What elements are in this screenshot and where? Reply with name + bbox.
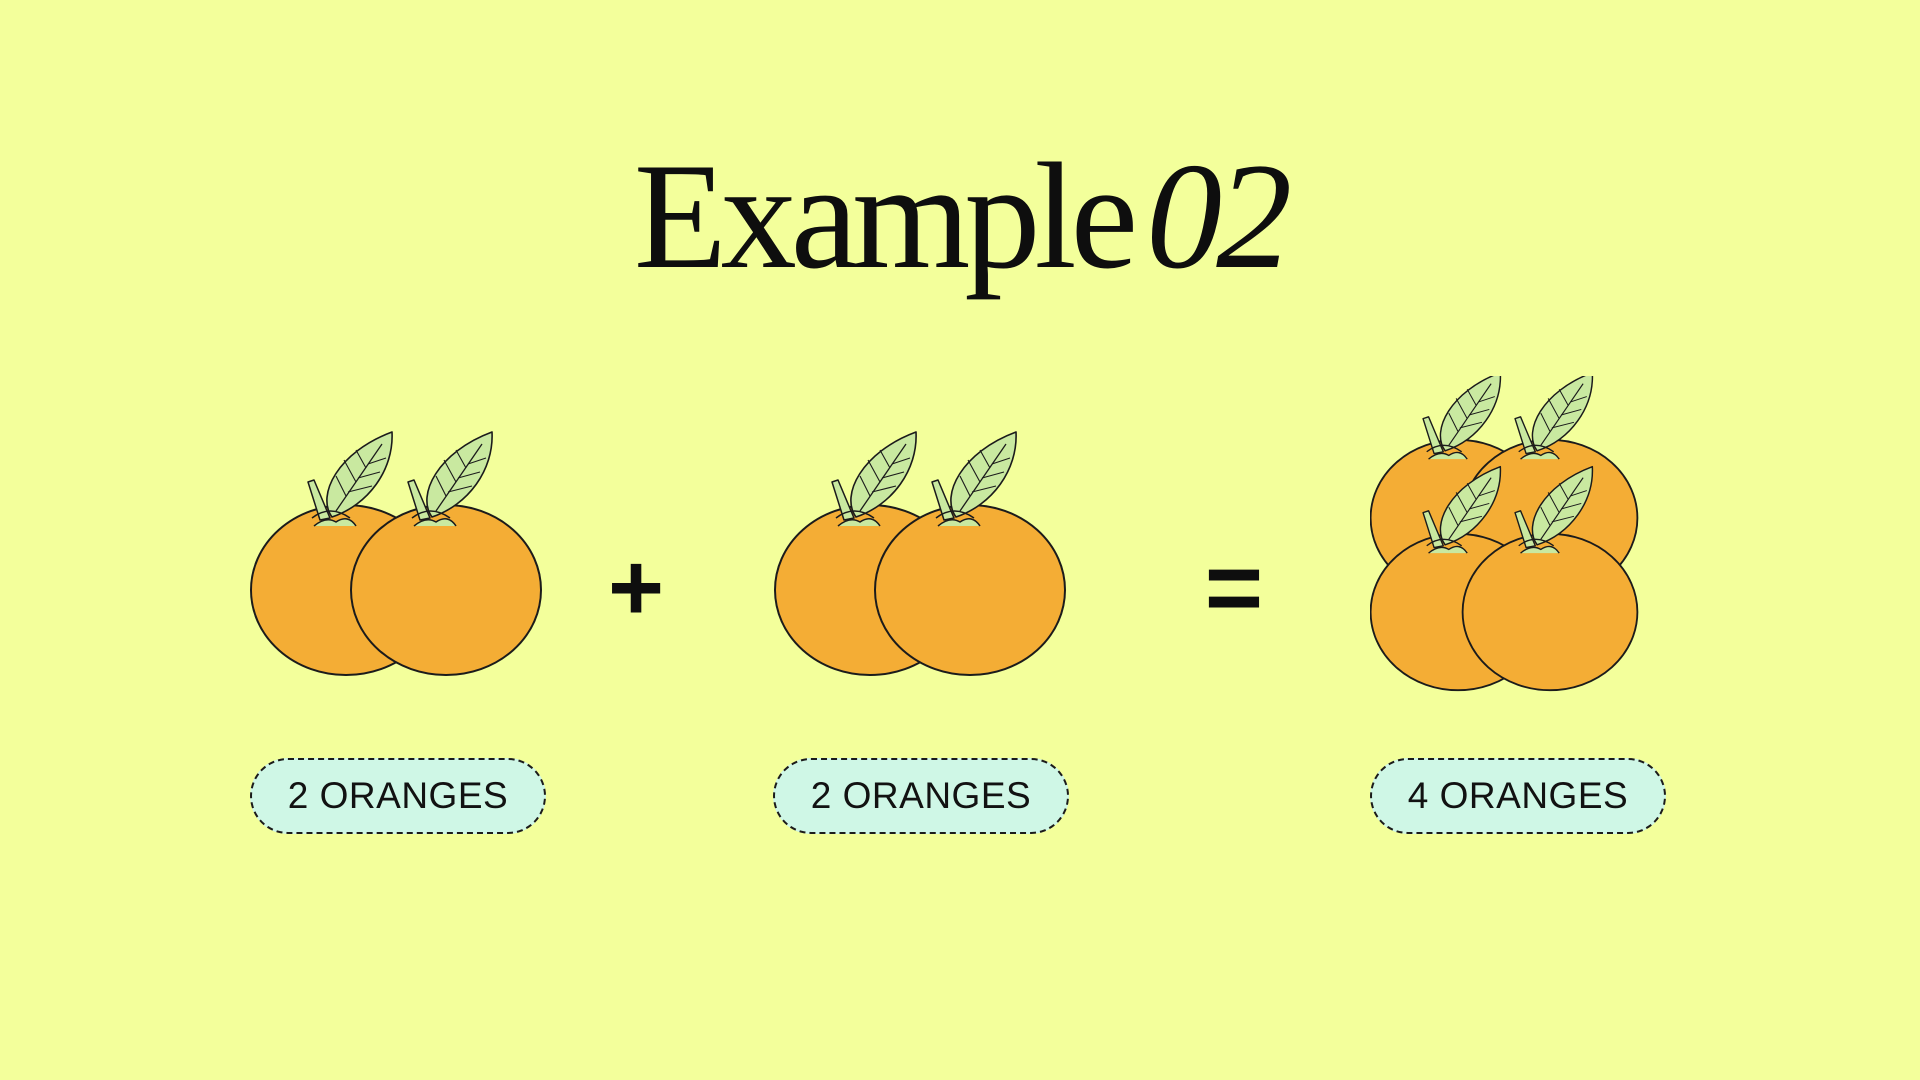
plus-symbol: +: [607, 534, 665, 641]
count-badge-b: 2 ORANGES: [773, 758, 1069, 834]
count-badge-label: 2 ORANGES: [810, 775, 1032, 816]
title-number: 02: [1146, 132, 1292, 300]
orange-group-result-art: [1370, 376, 1639, 692]
count-badge-label: 2 ORANGES: [287, 775, 509, 816]
page-title: Example02: [0, 140, 1920, 292]
equals-symbol: =: [1204, 532, 1264, 644]
orange-group-a: [246, 430, 556, 680]
orange-group-result: [1370, 376, 1670, 706]
count-badge-result: 4 ORANGES: [1370, 758, 1666, 834]
orange-group-b: [770, 430, 1080, 680]
count-badge-a: 2 ORANGES: [250, 758, 546, 834]
orange-group-a-art: [250, 431, 542, 676]
orange-group-b-art: [774, 431, 1066, 676]
count-badge-label: 4 ORANGES: [1407, 775, 1629, 816]
title-word: Example: [633, 132, 1138, 300]
